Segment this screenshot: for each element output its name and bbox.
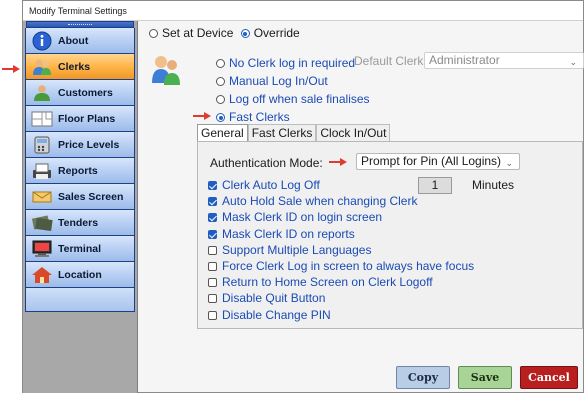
copy-button[interactable]: Copy xyxy=(396,366,450,389)
general-options-list: Clerk Auto Log Off Auto Hold Sale when c… xyxy=(208,177,474,323)
sidebar-empty-slot xyxy=(25,288,135,312)
price-levels-icon xyxy=(29,134,55,156)
tab-general[interactable]: General xyxy=(197,124,248,141)
sidebar-item-customers[interactable]: Customers xyxy=(25,80,135,106)
sidebar: About Clerks Customers Floor Plans Price xyxy=(23,21,138,393)
minutes-input[interactable]: 1 xyxy=(418,177,452,194)
return-home-on-logoff-checkbox[interactable]: Return to Home Screen on Clerk Logoff xyxy=(208,274,474,290)
set-at-device-radio[interactable]: Set at Device xyxy=(149,26,233,40)
sidebar-grip xyxy=(26,21,134,28)
scope-radio-group: Set at Device Override xyxy=(149,26,300,40)
default-clerk-select[interactable]: Administrator ⌄ xyxy=(424,52,584,69)
tab-fast-clerks[interactable]: Fast Clerks xyxy=(247,124,317,141)
info-icon xyxy=(29,30,55,52)
default-clerk-label: Default Clerk: xyxy=(354,54,427,68)
support-multiple-languages-checkbox[interactable]: Support Multiple Languages xyxy=(208,242,474,258)
reports-icon xyxy=(29,160,55,182)
auto-hold-sale-checkbox[interactable]: Auto Hold Sale when changing Clerk xyxy=(208,193,474,209)
clerks-icon xyxy=(29,56,55,78)
sidebar-item-floor-plans[interactable]: Floor Plans xyxy=(25,106,135,132)
sidebar-item-location[interactable]: Location xyxy=(25,262,135,288)
annotation-arrow-clerks xyxy=(2,65,20,73)
log-off-finalise-radio[interactable]: Log off when sale finalises xyxy=(216,90,370,108)
sidebar-item-label: Clerks xyxy=(58,60,91,73)
sales-screen-icon xyxy=(29,186,55,208)
auth-mode-select[interactable]: Prompt for Pin (All Logins) ⌄ xyxy=(356,153,520,170)
sidebar-item-about[interactable]: About xyxy=(25,28,135,54)
override-radio[interactable]: Override xyxy=(240,26,300,40)
tenders-icon xyxy=(29,212,55,234)
sidebar-item-label: Location xyxy=(58,268,102,281)
terminal-icon xyxy=(29,238,55,260)
sidebar-item-label: Tenders xyxy=(58,216,99,229)
save-button[interactable]: Save xyxy=(458,366,512,389)
disable-change-pin-checkbox[interactable]: Disable Change PIN xyxy=(208,307,474,323)
annotation-arrow-fast-clerks xyxy=(193,112,211,120)
floor-plans-icon xyxy=(29,108,55,130)
clerks-illustration-icon xyxy=(149,53,183,90)
sidebar-item-label: Floor Plans xyxy=(58,112,116,125)
sidebar-item-label: Sales Screen xyxy=(58,190,124,203)
auth-mode-label: Authentication Mode: xyxy=(210,156,323,170)
mask-clerk-id-login-checkbox[interactable]: Mask Clerk ID on login screen xyxy=(208,209,474,225)
sidebar-item-label: Reports xyxy=(58,164,98,177)
sidebar-item-terminal[interactable]: Terminal xyxy=(25,236,135,262)
general-tab-panel: Authentication Mode: Prompt for Pin (All… xyxy=(197,141,583,329)
disable-quit-button-checkbox[interactable]: Disable Quit Button xyxy=(208,290,474,306)
chevron-down-icon: ⌄ xyxy=(569,57,577,67)
sidebar-item-label: About xyxy=(58,34,89,47)
settings-window: Modify Terminal Settings About Clerks Cu… xyxy=(22,0,584,393)
annotation-arrow-auth-mode xyxy=(329,158,347,166)
sidebar-item-clerks[interactable]: Clerks xyxy=(25,54,135,80)
sidebar-item-label: Terminal xyxy=(58,242,101,255)
location-icon xyxy=(29,264,55,286)
force-clerk-log-focus-checkbox[interactable]: Force Clerk Log in screen to always have… xyxy=(208,258,474,274)
manual-log-radio[interactable]: Manual Log In/Out xyxy=(216,72,370,90)
login-options: No Clerk log in required Manual Log In/O… xyxy=(216,54,370,126)
sidebar-item-label: Customers xyxy=(58,86,113,99)
cancel-button[interactable]: Cancel xyxy=(520,366,578,389)
sidebar-item-reports[interactable]: Reports xyxy=(25,158,135,184)
window-title: Modify Terminal Settings xyxy=(23,1,583,21)
customers-icon xyxy=(29,82,55,104)
settings-tabs: General Fast Clerks Clock In/Out xyxy=(197,124,391,141)
mask-clerk-id-reports-checkbox[interactable]: Mask Clerk ID on reports xyxy=(208,226,474,242)
chevron-down-icon: ⌄ xyxy=(505,158,513,168)
sidebar-item-tenders[interactable]: Tenders xyxy=(25,210,135,236)
minutes-label: Minutes xyxy=(472,178,515,192)
sidebar-item-price-levels[interactable]: Price Levels xyxy=(25,132,135,158)
sidebar-item-sales-screen[interactable]: Sales Screen xyxy=(25,184,135,210)
tab-clock-in-out[interactable]: Clock In/Out xyxy=(316,124,391,141)
no-clerk-log-radio[interactable]: No Clerk log in required xyxy=(216,54,370,72)
sidebar-item-label: Price Levels xyxy=(58,138,120,151)
